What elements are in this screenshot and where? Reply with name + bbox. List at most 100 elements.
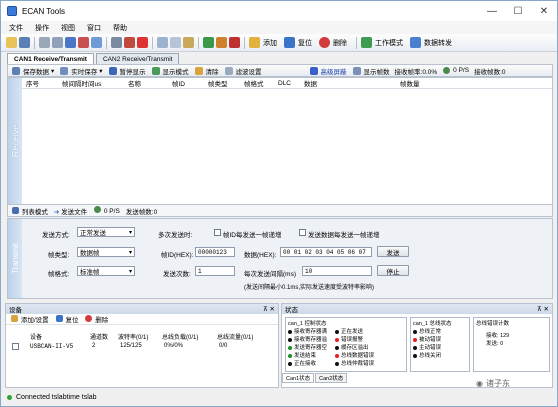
add-settings-button[interactable]: 添加/设置 — [10, 314, 49, 324]
data-increment-checkbox[interactable] — [299, 229, 306, 236]
frame-format-select[interactable]: 标准帧 — [77, 266, 135, 276]
toolbar-separator — [198, 36, 199, 49]
send-mode-select[interactable]: 正常发送 — [77, 227, 135, 237]
data-input[interactable]: 00 01 02 03 04 05 06 07 — [280, 247, 372, 257]
control-status-box: can_1 控制状态 接收寄存器满 接收寄存器溢 发送寄存器空 发送结束 正在接… — [285, 317, 407, 372]
interval-note: (发送间隔最小0.1ms,实际发送速度受波特率影响) — [244, 285, 375, 291]
col-frame-count[interactable]: 帧数量 — [400, 78, 420, 88]
copy-icon[interactable] — [170, 37, 181, 48]
interval-input[interactable]: 10 — [302, 266, 372, 276]
dev-row-flow: 0/0 — [219, 343, 228, 349]
delete-icon — [85, 315, 93, 322]
open-icon[interactable] — [6, 37, 17, 48]
menu-window[interactable]: 窗口 — [87, 23, 101, 33]
cut-icon[interactable] — [157, 37, 168, 48]
toolbar-separator — [152, 36, 153, 49]
send-button[interactable]: 发送 — [377, 246, 409, 257]
col-frame-type[interactable]: 帧类型 — [208, 78, 228, 88]
frame-id-input[interactable]: 00000123 — [195, 247, 235, 257]
frame-id-label: 帧ID(HEX): — [161, 252, 194, 259]
clear-button[interactable]: 清除 — [194, 66, 219, 76]
minimize-icon[interactable]: — — [479, 1, 505, 21]
maximize-icon[interactable]: ☐ — [505, 1, 531, 21]
col-frame-id[interactable]: 帧ID — [172, 78, 185, 88]
col-data[interactable]: 数据 — [304, 78, 317, 88]
display-frame-button[interactable]: 显示帧数 — [352, 66, 390, 76]
pin-icon[interactable]: ⊼ ✕ — [263, 305, 275, 313]
work-mode-button[interactable]: 工作模式 — [360, 37, 403, 48]
device-icon[interactable] — [39, 37, 50, 48]
connect-icon[interactable] — [203, 37, 214, 48]
send-error-row: 发送: 0 — [486, 341, 504, 347]
tab-can1-status[interactable]: Can1状态 — [282, 373, 315, 383]
title-bar: ECAN Tools — ☐ ✕ — [1, 1, 557, 21]
status-bar: Connected tslabtime tslab — [1, 389, 557, 406]
link-icon[interactable] — [216, 37, 227, 48]
col-index[interactable]: 序号 — [26, 78, 39, 88]
delete-icon — [319, 37, 330, 48]
reset-button[interactable]: 复位 — [283, 37, 312, 48]
receive-side-label: Receive — [8, 78, 22, 204]
send-times-input[interactable]: 1 — [195, 266, 235, 276]
frame-type-select[interactable]: 数据帧 — [77, 247, 135, 257]
save-icon[interactable] — [19, 37, 30, 48]
close-device-icon[interactable] — [124, 37, 135, 48]
paste-icon[interactable] — [183, 37, 194, 48]
display-frame-icon — [352, 66, 361, 75]
col-name[interactable]: 名称 — [128, 78, 141, 88]
filter-settings-button[interactable]: 滤波设置 — [224, 66, 262, 76]
tab-can1[interactable]: CAN1 Receive/Transmit — [7, 53, 94, 64]
device-dropdown-icon[interactable] — [52, 37, 63, 48]
recv-count-text: 接收帧数:0 — [474, 68, 506, 76]
device-delete-button[interactable]: 删除 — [84, 314, 108, 324]
cancel-icon[interactable] — [137, 37, 148, 48]
send-file-button[interactable]: ➜ 发送文件 — [54, 206, 87, 216]
pause-icon[interactable] — [65, 37, 76, 48]
advanced-filter-button[interactable]: 高级屏蔽 — [309, 66, 347, 76]
id-increment-checkbox[interactable] — [214, 229, 221, 236]
dev-col-flow: 总线流量(0/1) — [217, 335, 254, 341]
pause-icon — [108, 66, 117, 75]
send-times-label: 发送次数: — [163, 271, 191, 278]
display-mode-button[interactable]: 显示模式 — [151, 66, 189, 76]
open-device-icon[interactable] — [111, 37, 122, 48]
rate-icon — [443, 67, 451, 74]
toolbar-separator — [356, 36, 357, 49]
receive-grid[interactable]: Receive 序号 帧间隔时间us 名称 帧ID 帧类型 帧格式 DLC 数据… — [7, 77, 553, 205]
dev-row-load: 0%/0% — [164, 343, 184, 349]
device-pane-title: 设备 ⊼ ✕ — [6, 304, 278, 314]
data-forward-button[interactable]: 数据转发 — [409, 37, 452, 48]
led-indicator — [413, 345, 417, 350]
led-indicator — [335, 353, 340, 358]
list-mode-button[interactable]: 列表模式 — [11, 206, 48, 216]
stop-icon[interactable] — [78, 37, 89, 48]
led-indicator — [413, 353, 417, 358]
menu-help[interactable]: 帮助 — [113, 23, 127, 33]
delete-button[interactable]: 删除 — [318, 37, 347, 48]
led-row: 接收寄存器溢 — [288, 335, 327, 343]
device-checkbox[interactable] — [12, 343, 19, 350]
tx-rate-text: 0 P/S — [93, 206, 120, 215]
menu-view[interactable]: 视图 — [61, 23, 75, 33]
multi-send-label: 多次发送时: — [158, 232, 193, 239]
refresh-icon[interactable] — [91, 37, 102, 48]
dev-row-name[interactable]: USBCAN-II-V5 — [30, 343, 73, 350]
menu-file[interactable]: 文件 — [9, 23, 23, 33]
device-reset-button[interactable]: 复位 — [55, 314, 78, 324]
disconnect-icon[interactable] — [229, 37, 240, 48]
stop-button[interactable]: 停止 — [377, 265, 409, 276]
menu-operate[interactable]: 操作 — [35, 23, 49, 33]
save-data-button[interactable]: 保存数据 ▾ — [11, 66, 54, 76]
col-frame-format[interactable]: 帧格式 — [244, 78, 264, 88]
reset-icon — [284, 37, 295, 48]
led-row: 总线数据错误 — [335, 351, 374, 359]
col-dlc[interactable]: DLC — [278, 80, 291, 87]
pause-display-button[interactable]: 暂停显示 — [108, 66, 146, 76]
tab-can2-status[interactable]: Can2状态 — [315, 373, 348, 383]
add-button[interactable]: 添加 — [248, 37, 277, 48]
realtime-save-button[interactable]: 实时保存 ▾ — [59, 66, 103, 76]
tab-can2[interactable]: CAN2 Receive/Transmit — [95, 53, 180, 64]
close-icon[interactable]: ✕ — [531, 1, 557, 21]
col-interval[interactable]: 帧间隔时间us — [62, 78, 101, 88]
pin-icon[interactable]: ⊼ ✕ — [537, 305, 549, 313]
